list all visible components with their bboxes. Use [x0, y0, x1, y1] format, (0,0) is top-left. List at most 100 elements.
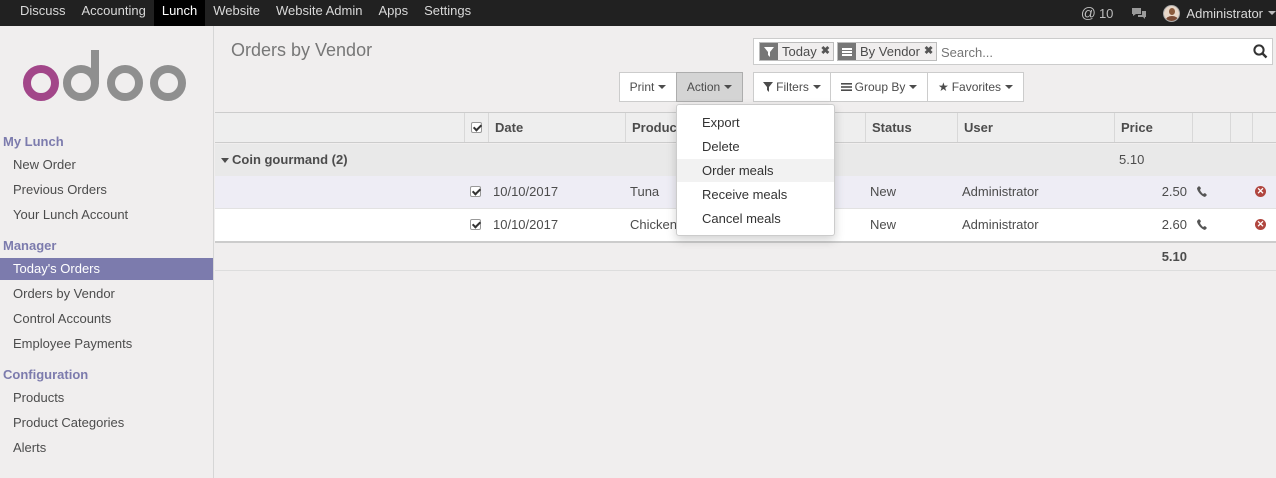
caret-down-icon [1005, 85, 1014, 89]
row-product: Chicken [630, 217, 677, 232]
menu-item-order-meals[interactable]: Order meals [677, 159, 834, 182]
facet-today: Today ✖ [759, 42, 834, 61]
sidebar-item-alerts[interactable]: Alerts [0, 437, 213, 459]
caret-down-icon [724, 85, 733, 89]
filters-label: Filters [776, 80, 809, 94]
row-date: 10/10/2017 [493, 184, 559, 199]
sidebar-item-products[interactable]: Products [0, 387, 213, 409]
group-by-button[interactable]: Group By [830, 72, 928, 102]
footer-total: 5.10 [1161, 249, 1187, 264]
user-menu[interactable]: Administrator [1163, 4, 1276, 22]
sidebar-item-your-lunch-account[interactable]: Your Lunch Account [0, 204, 213, 226]
sidebar-item-new-order[interactable]: New Order [0, 154, 213, 176]
section-manager: Manager [3, 238, 57, 253]
row-price: 2.50 [1161, 184, 1187, 199]
col-status[interactable]: Status [865, 113, 957, 142]
facet-label: By Vendor [860, 44, 920, 59]
col-price[interactable]: Price [1114, 113, 1192, 142]
mentions-button[interactable]: @ 10 [1081, 5, 1114, 22]
select-all-checkbox[interactable] [471, 122, 482, 133]
menu-item-receive-meals[interactable]: Receive meals [677, 183, 834, 206]
favorites-label: Favorites [951, 80, 1002, 94]
col-button-3 [1252, 113, 1276, 142]
facet-by-vendor: By Vendor ✖ [837, 42, 937, 61]
menu-website[interactable]: Website [205, 0, 268, 26]
print-label: Print [629, 80, 655, 94]
col-date[interactable]: Date [488, 113, 626, 142]
avatar [1163, 4, 1181, 22]
group-label: Coin gourmand (2) [232, 152, 348, 167]
facet-label: Today [782, 44, 817, 59]
menu-accounting[interactable]: Accounting [74, 0, 154, 26]
action-dropdown-menu: Export Delete Order meals Receive meals … [676, 104, 835, 236]
odoo-logo[interactable] [22, 48, 188, 109]
cancel-icon[interactable]: ✕ [1255, 186, 1266, 197]
menu-apps[interactable]: Apps [370, 0, 416, 26]
caret-down-icon [658, 85, 667, 89]
menu-item-export[interactable]: Export [677, 111, 834, 134]
search-bar[interactable]: Today ✖ By Vendor ✖ [753, 38, 1273, 65]
col-button-1 [1192, 113, 1230, 142]
star-icon: ★ [937, 80, 949, 94]
row-user: Administrator [962, 184, 1039, 199]
chat-button[interactable] [1131, 7, 1147, 20]
menu-settings[interactable]: Settings [416, 0, 479, 26]
chevron-down-icon [1268, 11, 1276, 15]
mentions-count: 10 [1098, 5, 1114, 21]
col-button-2 [1230, 113, 1252, 142]
cancel-icon[interactable]: ✕ [1255, 219, 1266, 230]
sidebar-item-employee-payments[interactable]: Employee Payments [0, 333, 213, 355]
select-all-cell [464, 113, 488, 142]
sidebar-item-orders-by-vendor[interactable]: Orders by Vendor [0, 283, 213, 305]
filter-icon [760, 43, 778, 60]
user-name: Administrator [1186, 5, 1263, 21]
group-total: 5.10 [1119, 152, 1145, 167]
search-input[interactable] [941, 43, 1241, 61]
chat-icon [1132, 7, 1147, 19]
action-button[interactable]: Action [676, 72, 743, 102]
row-price: 2.60 [1161, 217, 1187, 232]
at-icon: @ [1080, 4, 1096, 22]
sidebar-item-product-categories[interactable]: Product Categories [0, 412, 213, 434]
row-status: New [870, 184, 897, 199]
section-my-lunch: My Lunch [3, 134, 64, 149]
row-checkbox[interactable] [470, 219, 481, 230]
list-icon [838, 43, 856, 60]
action-label: Action [686, 80, 721, 94]
table-footer: 5.10 [215, 241, 1276, 271]
close-icon[interactable]: ✖ [924, 43, 936, 60]
sidebar-item-control-accounts[interactable]: Control Accounts [0, 308, 213, 330]
row-product: Tuna [630, 184, 660, 199]
row-status: New [870, 217, 897, 232]
app-menu: Discuss Accounting Lunch Website Website… [0, 0, 479, 26]
row-user: Administrator [962, 217, 1039, 232]
page-title: Orders by Vendor [231, 40, 373, 60]
section-configuration: Configuration [3, 367, 89, 382]
main-content: Orders by Vendor Today ✖ By Vendor ✖ Pri… [215, 26, 1276, 478]
caret-down-icon [909, 85, 918, 89]
favorites-button[interactable]: ★ Favorites [927, 72, 1024, 102]
phone-icon[interactable] [1197, 185, 1207, 200]
row-checkbox[interactable] [470, 186, 481, 197]
systray: @ 10 Administrator [1081, 0, 1276, 26]
row-date: 10/10/2017 [493, 217, 559, 232]
group-by-label: Group By [854, 80, 906, 94]
filters-button[interactable]: Filters [753, 72, 831, 102]
menu-item-cancel-meals[interactable]: Cancel meals [677, 207, 834, 230]
menu-website-admin[interactable]: Website Admin [268, 0, 370, 26]
sidebar-item-todays-orders[interactable]: Today's Orders [0, 258, 213, 280]
phone-icon[interactable] [1197, 218, 1207, 233]
close-icon[interactable]: ✖ [821, 43, 833, 60]
col-user[interactable]: User [957, 113, 1115, 142]
caret-down-icon [221, 158, 229, 163]
filter-icon [763, 82, 774, 92]
sidebar-item-previous-orders[interactable]: Previous Orders [0, 179, 213, 201]
search-icon[interactable] [1253, 44, 1268, 62]
caret-down-icon [812, 85, 821, 89]
print-button[interactable]: Print [619, 72, 677, 102]
menu-discuss[interactable]: Discuss [0, 0, 74, 26]
menu-lunch[interactable]: Lunch [153, 0, 206, 26]
sidebar: My Lunch New Order Previous Orders Your … [0, 26, 214, 478]
menu-item-delete[interactable]: Delete [677, 135, 834, 158]
list-icon [840, 83, 852, 91]
